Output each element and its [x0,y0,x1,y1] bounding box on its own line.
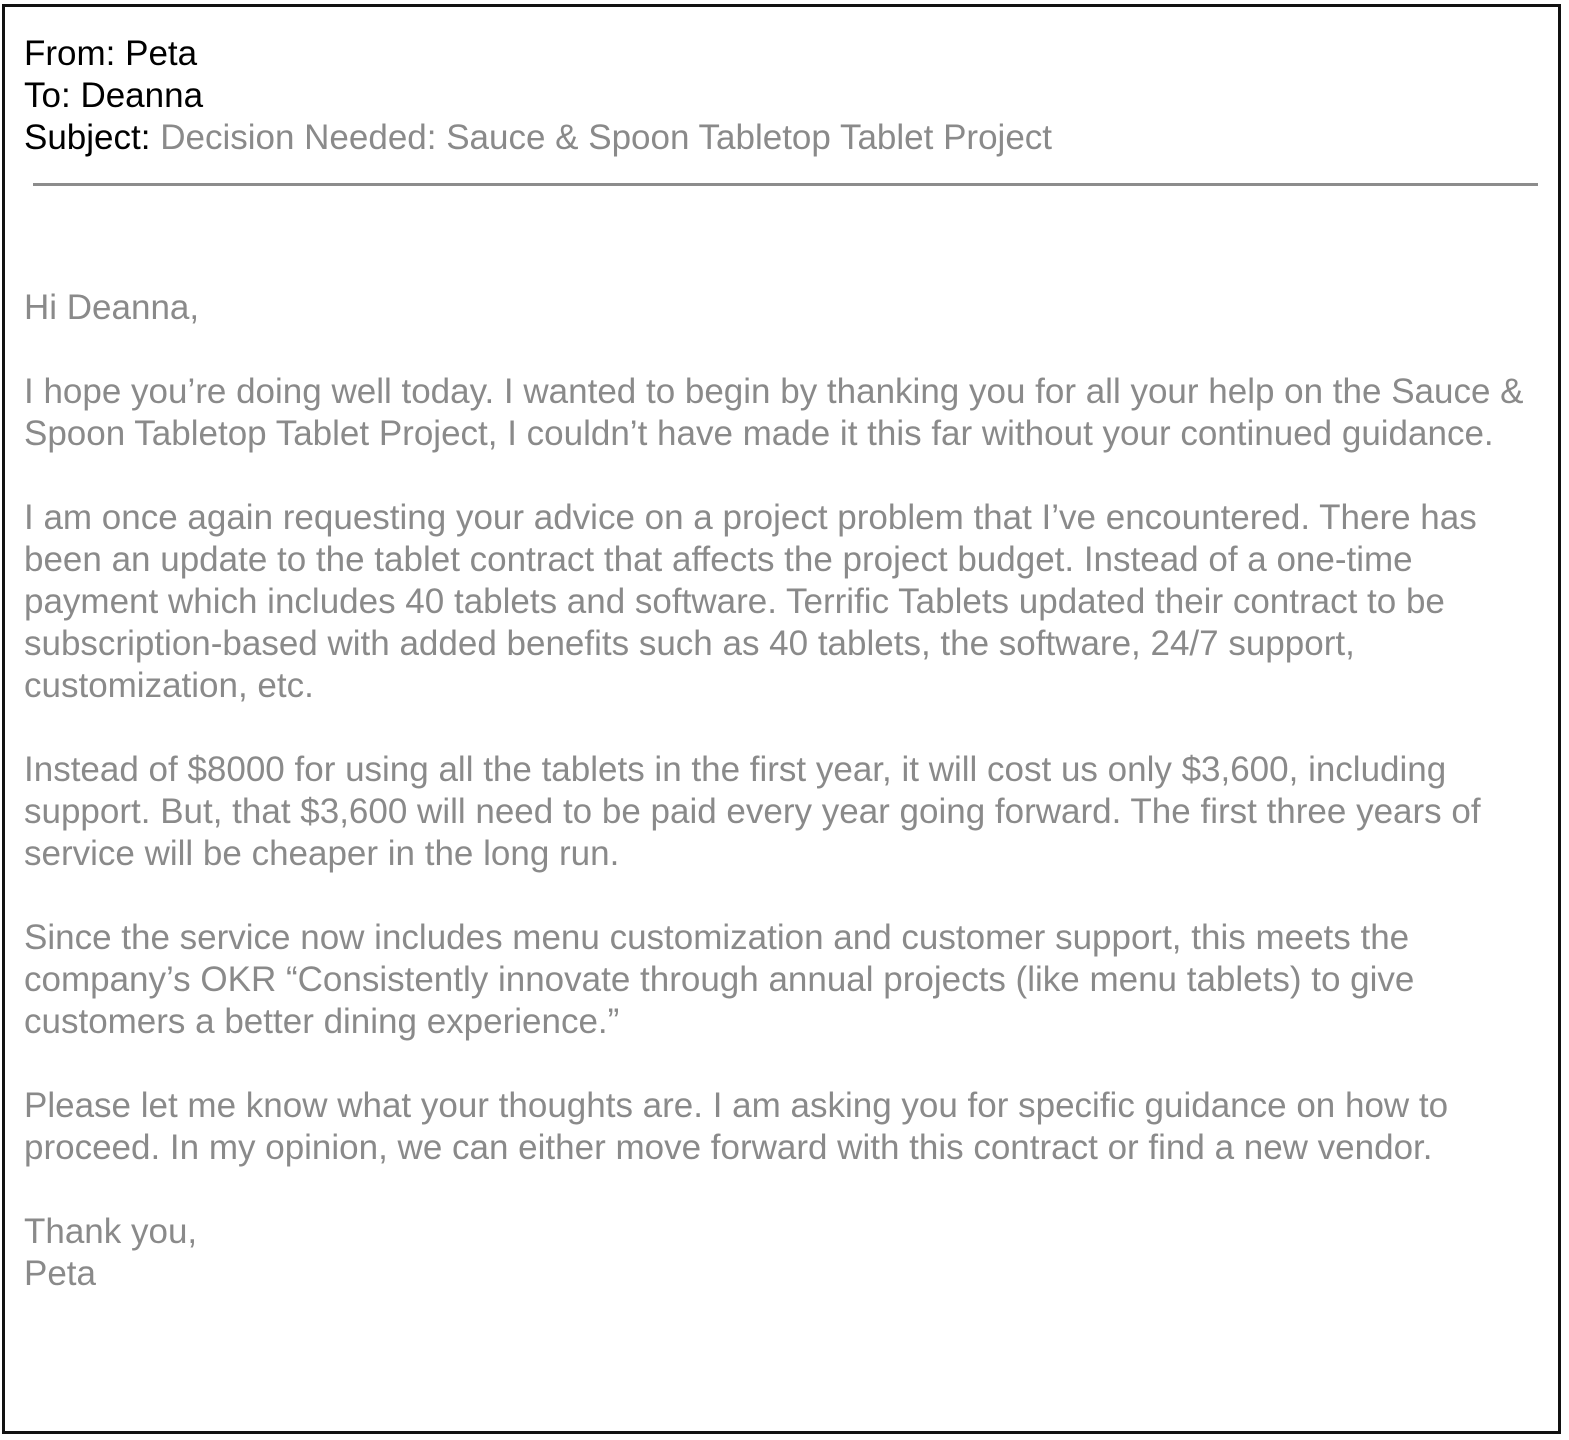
email-body: Hi Deanna, I hope you’re doing well toda… [24,287,1554,1295]
to-label: To: [24,76,71,115]
body-paragraph-5: Please let me know what your thoughts ar… [24,1086,1449,1167]
from-label: From: [24,34,116,73]
to-row: To: Deanna [24,75,1052,117]
closing: Thank you, [24,1212,198,1251]
signature: Peta [24,1254,96,1293]
to-value: Deanna [80,76,204,115]
body-paragraph-1: I hope you’re doing well today. I wanted… [24,372,1524,453]
email-frame: From: Peta To: Deanna Subject: Decision … [2,4,1561,1434]
body-paragraph-3: Instead of $8000 for using all the table… [24,750,1481,873]
body-paragraph-4: Since the service now includes menu cust… [24,918,1415,1041]
email-header: From: Peta To: Deanna Subject: Decision … [24,33,1052,159]
from-row: From: Peta [24,33,1052,75]
subject-label: Subject: [24,118,151,157]
signoff: Thank you, Peta [24,1211,1554,1295]
greeting: Hi Deanna, [24,288,200,327]
from-value: Peta [125,34,198,73]
subject-row: Subject: Decision Needed: Sauce & Spoon … [24,117,1052,159]
body-paragraph-2: I am once again requesting your advice o… [24,498,1477,705]
header-divider [33,183,1538,186]
subject-value: Decision Needed: Sauce & Spoon Tabletop … [160,118,1053,157]
